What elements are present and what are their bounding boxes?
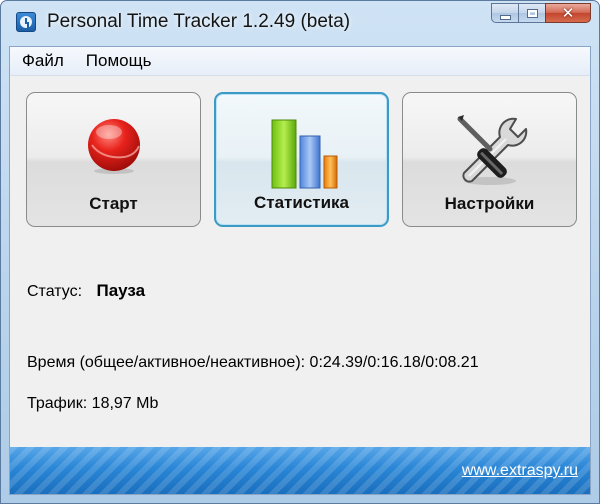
status-row: Статус: Пауза [27,281,145,301]
status-value: Пауза [96,281,146,300]
minimize-button[interactable] [491,3,518,23]
close-icon: ✕ [561,5,575,22]
settings-label: Настройки [444,194,535,213]
settings-button[interactable]: Настройки [402,92,577,227]
bar-chart-icon [271,119,337,189]
tools-icon [457,115,527,185]
client-area: Файл Помощь Старт Статистика Настройки С… [9,46,591,495]
app-window: Personal Time Tracker 1.2.49 (beta) ✕ Фа… [0,0,600,504]
menu-help[interactable]: Помощь [76,47,162,75]
traffic-info: Трафик: 18,97 Mb [27,395,159,412]
stopwatch-icon[interactable] [16,12,36,32]
website-link[interactable]: www.extraspy.ru [462,462,578,480]
status-label: Статус: [27,283,83,300]
maximize-icon [526,8,538,18]
record-icon [87,119,140,174]
title-bar[interactable]: Personal Time Tracker 1.2.49 (beta) ✕ [1,1,599,45]
start-button[interactable]: Старт [26,92,201,227]
time-info: Время (общее/активное/неактивное): 0:24.… [27,354,479,371]
minimize-icon [499,14,511,20]
close-button[interactable]: ✕ [545,3,591,23]
start-label: Старт [89,194,138,213]
footer-bar: www.extraspy.ru [10,447,590,494]
menu-file[interactable]: Файл [12,47,74,75]
menu-bar: Файл Помощь [10,47,590,76]
statistics-label: Статистика [253,193,350,212]
statistics-button[interactable]: Статистика [214,92,389,227]
maximize-button[interactable] [518,3,545,23]
caption-buttons: ✕ [491,3,591,25]
window-title: Personal Time Tracker 1.2.49 (beta) [47,11,351,32]
